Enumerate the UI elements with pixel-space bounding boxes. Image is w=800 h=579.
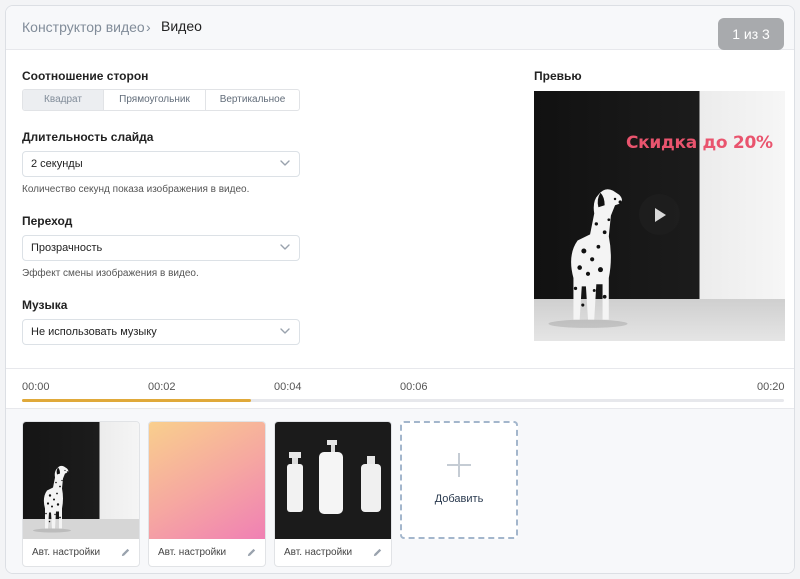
slides-strip: Авт. настройки Авт. настройки Авт. настр… — [6, 408, 794, 573]
music-select[interactable]: Не использовать музыку — [22, 319, 300, 345]
header: Конструктор видео › Видео 1 из 3 — [6, 6, 794, 50]
video-preview[interactable]: Скидка до 20% — [534, 91, 785, 341]
video-constructor-panel: Конструктор видео › Видео 1 из 3 Соотнош… — [5, 5, 795, 574]
timeline-label: 00:06 — [400, 381, 428, 393]
breadcrumb-current: Видео — [161, 18, 202, 34]
breadcrumb-parent[interactable]: Конструктор видео — [22, 19, 145, 35]
chevron-down-icon — [279, 156, 291, 170]
music-value: Не использовать музыку — [31, 326, 157, 338]
slide-settings-caption: Авт. настройки — [32, 547, 101, 558]
timeline-track[interactable] — [22, 399, 784, 402]
slide-thumbnail — [23, 422, 139, 539]
pencil-icon[interactable] — [120, 547, 131, 558]
slide-tile-footer: Авт. настройки — [23, 539, 139, 566]
aspect-ratio-label: Соотношение сторон — [22, 69, 149, 83]
slide-settings-caption: Авт. настройки — [284, 547, 353, 558]
dalmatian-image — [27, 456, 77, 536]
timeline-progress — [22, 399, 251, 402]
play-button[interactable] — [639, 194, 680, 235]
add-slide-label: Добавить — [434, 493, 484, 505]
music-label: Музыка — [22, 298, 68, 312]
preview-label: Превью — [534, 69, 582, 83]
promo-text: Скидка до 20% — [626, 133, 773, 153]
add-slide-button[interactable]: Добавить — [400, 421, 518, 539]
aspect-option-vertical[interactable]: Вертикальное — [205, 90, 299, 110]
timeline-label: 00:02 — [148, 381, 176, 393]
slide-tile[interactable]: Авт. настройки — [148, 421, 266, 567]
pencil-icon[interactable] — [372, 547, 383, 558]
slide-thumbnail — [275, 422, 391, 539]
slide-tile[interactable]: Авт. настройки — [22, 421, 140, 567]
slide-duration-select[interactable]: 2 секунды — [22, 151, 300, 177]
transition-select[interactable]: Прозрачность — [22, 235, 300, 261]
breadcrumb-separator-icon: › — [146, 19, 151, 35]
aspect-option-rectangle[interactable]: Прямоугольник — [103, 90, 205, 110]
slide-tile[interactable]: Авт. настройки — [274, 421, 392, 567]
plus-icon — [447, 453, 471, 477]
timeline-label: 00:04 — [274, 381, 302, 393]
step-indicator-badge: 1 из 3 — [718, 18, 784, 50]
chevron-down-icon — [279, 324, 291, 338]
slide-tile-footer: Авт. настройки — [149, 539, 265, 566]
timeline-label: 00:00 — [22, 381, 50, 393]
dalmatian-image — [536, 169, 640, 335]
slide-settings-caption: Авт. настройки — [158, 547, 227, 558]
aspect-option-square[interactable]: Квадрат — [23, 90, 103, 110]
chevron-down-icon — [279, 240, 291, 254]
play-icon — [654, 207, 666, 222]
section-divider — [6, 368, 794, 369]
aspect-ratio-segmented-control: Квадрат Прямоугольник Вертикальное — [22, 89, 300, 111]
slide-duration-value: 2 секунды — [31, 158, 83, 170]
slide-duration-label: Длительность слайда — [22, 130, 154, 144]
slide-duration-hint: Количество секунд показа изображения в в… — [22, 184, 250, 195]
transition-label: Переход — [22, 214, 73, 228]
pencil-icon[interactable] — [246, 547, 257, 558]
slide-tile-footer: Авт. настройки — [275, 539, 391, 566]
slide-thumbnail — [149, 422, 265, 539]
bottles-image — [287, 440, 381, 514]
timeline-label: 00:20 — [757, 381, 785, 393]
transition-value: Прозрачность — [31, 242, 103, 254]
transition-hint: Эффект смены изображения в видео. — [22, 268, 199, 279]
